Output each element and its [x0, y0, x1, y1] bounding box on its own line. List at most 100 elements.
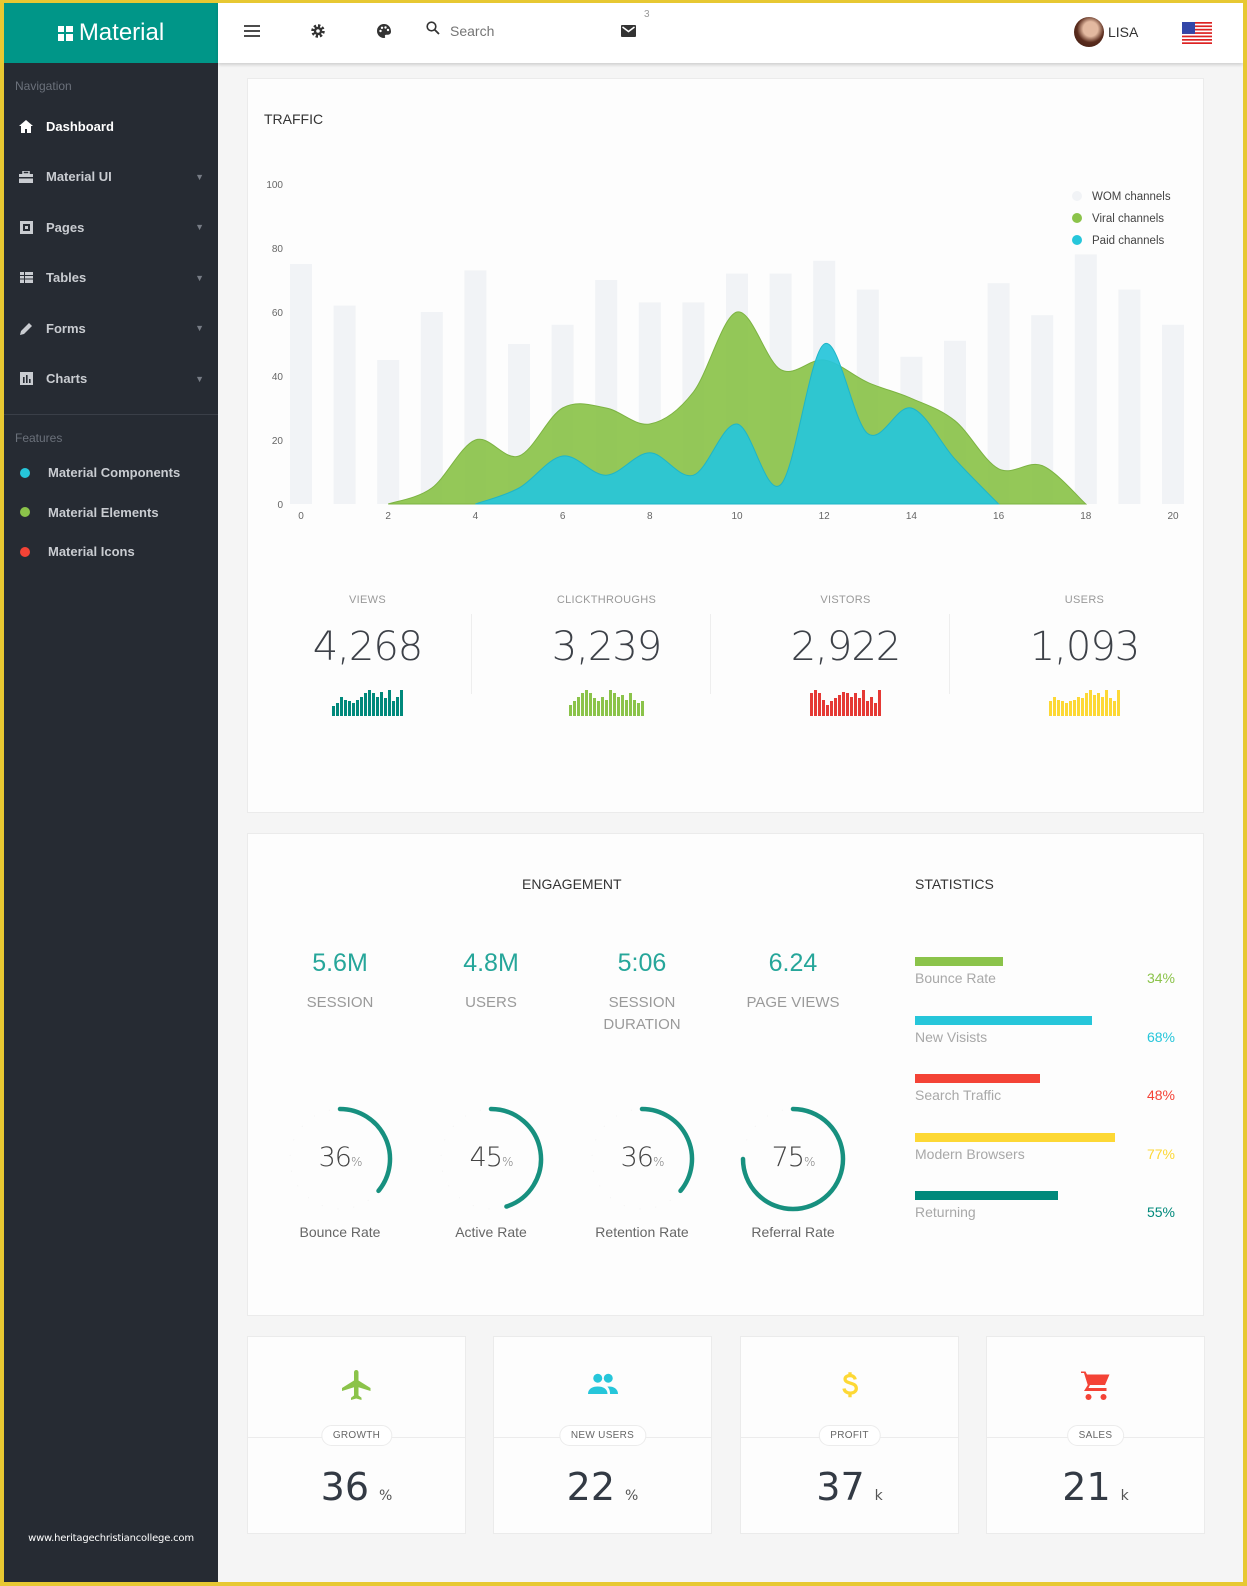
us-flag-icon[interactable] — [1182, 22, 1212, 44]
sidebar-item-label: Dashboard — [46, 118, 114, 134]
sparkline-bar — [340, 696, 343, 716]
sparkline-bar — [633, 699, 636, 716]
sparkline-bar — [573, 701, 576, 716]
card-label: GROWTH — [320, 1425, 393, 1446]
user-menu[interactable]: LISA — [1074, 17, 1138, 47]
statistic-row: New Visists 68% — [915, 1015, 1175, 1075]
chevron-down-icon: ▼ — [195, 373, 204, 384]
sparkline-bar — [364, 693, 367, 716]
sparkline-bar — [858, 698, 861, 716]
gauge-active-rate: 45% Active Rate — [416, 1104, 566, 1240]
card-label: PROFIT — [818, 1425, 881, 1446]
sparkline-bar — [1061, 701, 1064, 716]
sparkline-bar — [637, 703, 640, 716]
sparkline-bar — [1049, 701, 1052, 716]
sparkline-bar — [332, 706, 335, 716]
x-tick-label: 10 — [731, 511, 743, 522]
sidebar-item-label: Material UI — [46, 169, 112, 185]
x-tick-label: 6 — [560, 511, 566, 522]
sparkline-bar — [585, 690, 588, 716]
sparkline-bar — [589, 693, 592, 716]
engagement-label: USERS — [465, 994, 517, 1011]
sparkline-bar — [814, 690, 817, 716]
sparkline-bar — [1097, 693, 1100, 716]
brand[interactable]: Material — [4, 3, 218, 63]
sparkline-bar — [609, 690, 612, 716]
toolbox-icon — [18, 169, 34, 185]
feature-label: Material Components — [48, 465, 181, 481]
sparkline-bar — [380, 691, 383, 716]
y-tick-label: 40 — [272, 372, 284, 383]
sidebar-item-forms[interactable]: Forms ▼ — [4, 303, 218, 354]
engagement-label: SESSION DURATION — [603, 994, 681, 1033]
wom-bar — [1118, 289, 1141, 504]
sparkline-bar — [1073, 699, 1076, 716]
mail-button[interactable] — [616, 21, 640, 45]
profit-card: PROFIT 37 k — [740, 1336, 959, 1534]
sparkline-bar — [617, 696, 620, 716]
stat-value: 1,093 — [1029, 624, 1141, 670]
statistic-row: Bounce Rate 34% — [915, 957, 1175, 1016]
y-tick-label: 60 — [272, 308, 284, 319]
sparkline-bar — [593, 698, 596, 716]
legend-marker — [1072, 191, 1082, 201]
cart-icon — [987, 1367, 1204, 1403]
sidebar-item-material-ui[interactable]: Material UI ▼ — [4, 152, 218, 203]
y-tick-label: 20 — [272, 436, 284, 447]
status-dot-icon — [20, 507, 30, 518]
sparkline-bar — [838, 694, 841, 716]
sparkline-bar — [605, 699, 608, 716]
hamburger-icon — [244, 24, 260, 42]
statistic-label: Modern Browsers — [915, 1145, 1025, 1162]
airplane-icon — [248, 1367, 465, 1403]
dollar-icon — [741, 1367, 958, 1403]
stat-value: 3,239 — [551, 624, 663, 670]
sidebar-item-tables[interactable]: Tables ▼ — [4, 253, 218, 304]
stat-value: 4,268 — [312, 624, 424, 670]
theme-button[interactable] — [372, 21, 396, 45]
statistic-bar — [915, 1015, 1092, 1025]
sidebar-feature-material-components[interactable]: Material Components — [4, 453, 218, 493]
sidebar-item-label: Tables — [46, 270, 87, 286]
sparkline-bar — [577, 696, 580, 716]
sparkline-bar — [360, 696, 363, 716]
brand-name: Material — [78, 19, 165, 46]
sparkline-bar — [1089, 690, 1092, 716]
statistic-bar — [915, 1074, 1040, 1083]
x-tick-label: 14 — [906, 511, 918, 522]
sparkline-bar — [376, 696, 379, 716]
growth-card: GROWTH 36% — [247, 1336, 466, 1534]
sparkline-bar — [392, 701, 395, 716]
sparkline-bar — [1077, 696, 1080, 716]
gauge-value: 75% — [771, 1142, 816, 1173]
statistic-percent: 48% — [1146, 1087, 1175, 1103]
menu-button[interactable] — [240, 21, 264, 45]
divider — [710, 614, 711, 694]
settings-button[interactable] — [306, 21, 330, 45]
statistic-percent: 77% — [1146, 1145, 1175, 1162]
sidebar-feature-material-elements[interactable]: Material Elements — [4, 493, 218, 533]
stat-label: USERS — [1064, 594, 1105, 606]
feature-label: Material Icons — [48, 544, 135, 560]
sparkline-bar — [846, 693, 849, 716]
sidebar-item-dashboard[interactable]: Dashboard — [4, 101, 218, 152]
gauge-referral-rate: 75% Referral Rate — [718, 1104, 868, 1240]
sidebar-item-pages[interactable]: Pages ▼ — [4, 202, 218, 253]
statistic-percent: 68% — [1146, 1028, 1175, 1045]
engagement-label: PAGE VIEWS — [746, 994, 840, 1011]
sparkline-bar — [826, 704, 829, 716]
sidebar-feature-material-icons[interactable]: Material Icons — [4, 532, 218, 572]
statistic-percent: 34% — [1146, 970, 1175, 986]
sparkline-bar — [1085, 693, 1088, 716]
statistic-label: Bounce Rate — [915, 970, 996, 986]
sparkline-bar — [388, 690, 391, 716]
engagement-card: ENGAGEMENT STATISTICS 5.6M SESSION 4.8M … — [247, 833, 1204, 1316]
sidebar-item-charts[interactable]: Charts ▼ — [4, 354, 218, 405]
engagement-value: 6.24 — [768, 949, 818, 977]
stat-value: 2,922 — [790, 624, 902, 670]
sparkline-bar — [1053, 696, 1056, 716]
search-input[interactable] — [450, 22, 600, 39]
wom-bar — [1162, 324, 1184, 504]
legend-marker — [1072, 235, 1082, 245]
sparkline-bar — [870, 696, 873, 716]
